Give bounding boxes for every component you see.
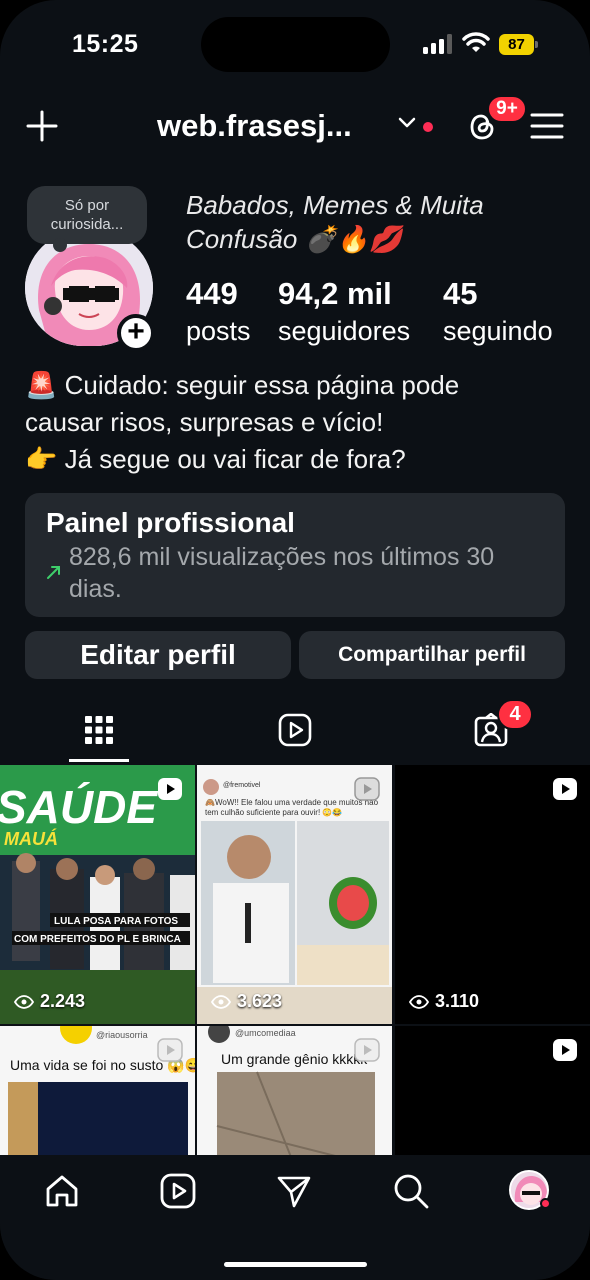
profile-display-name: Babados, Memes & Muita Confusão 💣🔥💋 [186,188,566,256]
stat-followers[interactable]: 94,2 mil seguidores [278,276,410,347]
stat-following-value: 45 [443,276,478,311]
home-icon [46,1175,78,1207]
plus-icon [26,110,58,142]
search-icon [394,1174,429,1209]
nav-direct[interactable] [274,1171,314,1211]
svg-text:COM PREFEITOS DO PL E BRINCA: COM PREFEITOS DO PL E BRINCA [14,934,181,945]
post-5-handle: @umcomediaa [235,1028,296,1038]
battery-icon: 87 [499,34,539,55]
display-name-line2: Confusão 💣🔥💋 [186,224,402,254]
post-thumbnail[interactable]: SAÚDE MAUÁ LULA POSA PARA FOTOS COM PREF… [0,765,195,1024]
create-button[interactable] [24,108,60,144]
profile-note[interactable]: Só por curiosida... [27,186,147,252]
eye-icon [14,994,34,1009]
reel-icon [354,1038,380,1062]
battery-level: 87 [499,34,534,55]
post-1-top-text: SAÚDE [0,781,158,833]
nav-reels[interactable] [158,1171,198,1211]
svg-text:🙈WoW!! Ele falou uma verdade: 🙈WoW!! Ele falou uma verdade que muitos … [205,798,379,807]
tab-grid[interactable] [69,700,129,760]
status-time: 15:25 [72,30,139,58]
direct-icon [277,1176,311,1208]
threads-badge: 9+ [487,95,527,123]
grid-icon [85,716,113,744]
tab-reels[interactable] [265,700,325,760]
post-thumbnail[interactable]: @riaousorria Uma vida se foi no susto 😱😅 [0,1026,195,1155]
eye-icon [211,994,231,1009]
bio-line: causar risos, surpresas e vício! [25,407,384,437]
post-views: 3.623 [211,991,282,1012]
tagged-badge: 4 [497,699,533,730]
username-switcher[interactable]: web.frasesj... [157,108,352,144]
dashboard-title: Painel profissional [46,507,295,538]
reels-icon [160,1173,196,1209]
svg-text:tem culhão suficiente para ouv: tem culhão suficiente para ouvir! 😳😂 [205,808,342,817]
edit-profile-button[interactable]: Editar perfil [25,631,291,679]
signal-icon [423,34,452,54]
menu-button[interactable] [529,110,565,142]
stat-following[interactable]: 45 seguindo [443,276,553,347]
menu-icon [530,113,564,139]
share-profile-button[interactable]: Compartilhar perfil [299,631,565,679]
reel-icon [158,778,182,800]
stat-posts[interactable]: 449 posts [186,276,251,347]
reel-icon [354,777,380,801]
trending-up-icon [47,566,60,579]
stat-following-label: seguindo [443,316,553,346]
add-story-button[interactable]: + [117,314,155,352]
profile-notification-dot [540,1198,551,1209]
reel-icon [553,778,577,800]
post-views: 3.110 [409,991,479,1012]
post-image: @fremotivel 🙈WoW!! Ele falou uma verdade… [197,765,392,1024]
home-indicator[interactable] [224,1262,367,1267]
stat-posts-value: 449 [186,276,238,311]
wifi-icon [462,32,490,52]
notification-dot [423,122,433,132]
stat-followers-value: 94,2 mil [278,276,392,311]
post-views-count: 3.623 [237,991,283,1011]
tab-active-indicator [69,759,129,762]
profile-bio: 🚨 Cuidado: seguir essa página pode causa… [25,367,570,478]
stat-posts-label: posts [186,316,251,346]
svg-text:LULA POSA PARA FOTOS: LULA POSA PARA FOTOS [54,916,178,927]
posts-grid: SAÚDE MAUÁ LULA POSA PARA FOTOS COM PREF… [0,765,590,1155]
reels-icon [278,713,312,747]
reel-icon [157,1038,183,1062]
chevron-down-icon[interactable] [397,116,417,130]
dynamic-island [201,17,390,72]
eye-icon [409,994,429,1009]
post-thumbnail[interactable] [395,1026,590,1155]
post-4-handle: @riaousorria [96,1030,148,1040]
post-image: SAÚDE MAUÁ LULA POSA PARA FOTOS COM PREF… [0,765,195,1024]
post-views-count: 2.243 [40,991,86,1011]
post-views: 2.243 [14,991,85,1012]
post-thumbnail[interactable]: 3.110 [395,765,590,1024]
post-thumbnail[interactable]: @fremotivel 🙈WoW!! Ele falou uma verdade… [197,765,392,1024]
professional-dashboard[interactable]: Painel profissional 828,6 mil visualizaç… [25,493,565,617]
phone-screen: 15:25 87 web.frasesj... 9+ Só por curios… [0,0,590,1280]
post-views-count: 3.110 [435,991,480,1011]
bio-line: 👉 Já segue ou vai ficar de fora? [25,444,406,474]
bio-line: 🚨 Cuidado: seguir essa página pode [25,370,460,400]
post-thumbnail[interactable]: @umcomediaa Um grande gênio kkkkk [197,1026,392,1155]
dashboard-subtitle: 828,6 mil visualizações nos últimos 30 d… [69,543,495,603]
post-2-handle: @fremotivel [223,782,261,789]
post-5-caption: Um grande gênio kkkkk [221,1051,368,1067]
nav-home[interactable] [42,1171,82,1211]
reel-icon [553,1039,577,1061]
stat-followers-label: seguidores [278,316,411,346]
post-1-sub-text: MAUÁ [4,828,58,849]
nav-search[interactable] [391,1171,431,1211]
display-name-line1: Babados, Memes & Muita [186,190,484,220]
